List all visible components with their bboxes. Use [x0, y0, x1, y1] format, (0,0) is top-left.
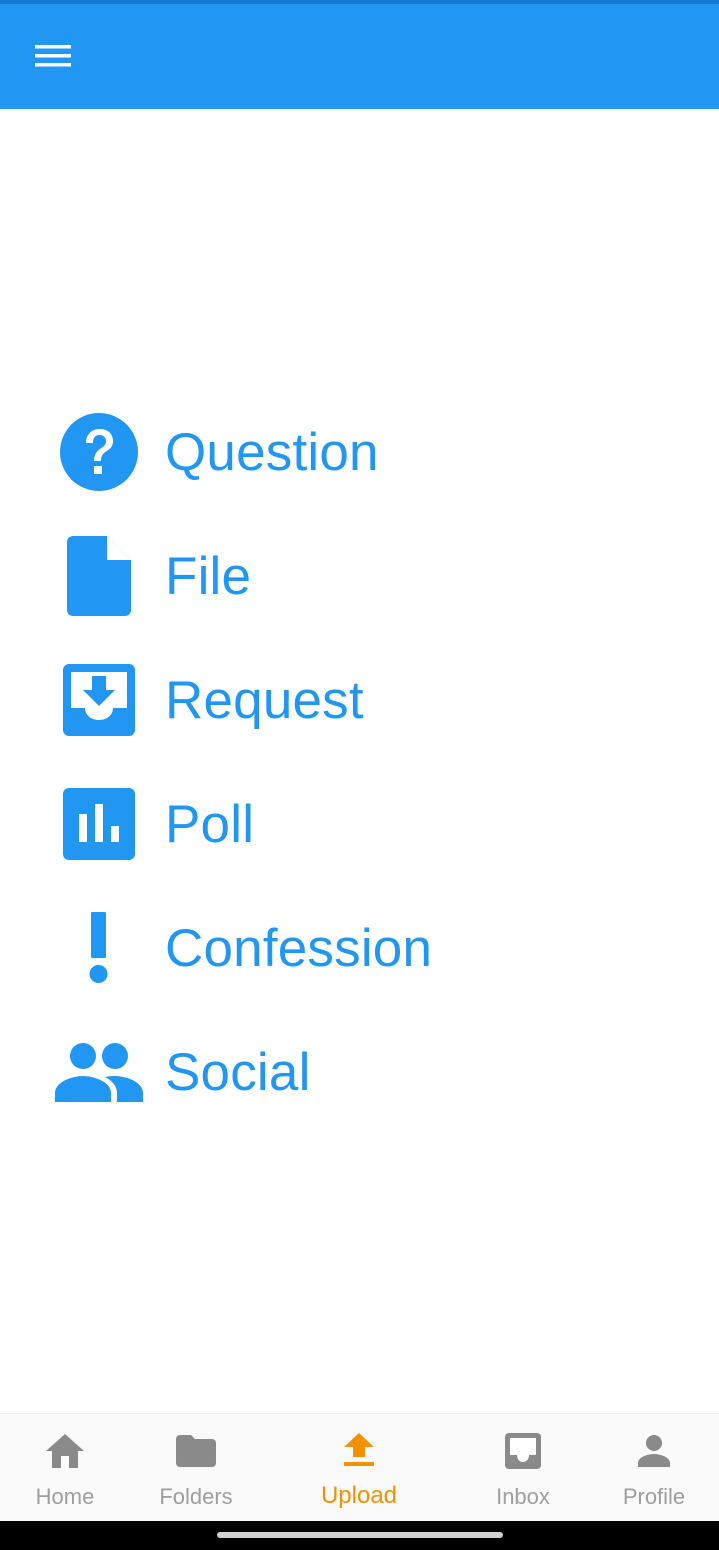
menu-item-file[interactable]: File [40, 526, 660, 626]
menu-item-label: Social [165, 1042, 311, 1102]
file-icon [40, 526, 158, 626]
nav-item-folders[interactable]: Folders [131, 1414, 261, 1522]
inbox-icon [505, 1431, 541, 1471]
home-icon [46, 1431, 84, 1471]
nav-label: Folders [159, 1484, 233, 1509]
nav-label: Inbox [496, 1484, 550, 1509]
menu-item-request[interactable]: Request [40, 650, 660, 750]
nav-item-home[interactable]: Home [0, 1414, 130, 1522]
bottom-navigation: Home Folders Upload Inbox Profile [0, 1413, 719, 1521]
help-circle-icon [40, 402, 158, 502]
nav-label: Home [35, 1484, 95, 1509]
nav-label: Profile [622, 1484, 686, 1509]
upload-icon [344, 1431, 374, 1471]
nav-item-upload[interactable]: Upload [294, 1414, 424, 1522]
app-bar [0, 4, 719, 109]
menu-item-label: Question [165, 422, 379, 482]
menu-item-confession[interactable]: Confession [40, 898, 660, 998]
menu-item-label: Confession [165, 918, 433, 978]
menu-item-social[interactable]: Social [40, 1022, 660, 1122]
menu-item-label: File [165, 546, 252, 606]
people-icon [40, 1022, 158, 1122]
menu-item-label: Poll [165, 794, 255, 854]
person-icon [638, 1431, 670, 1471]
system-navigation-bar [0, 1521, 719, 1550]
nav-item-inbox[interactable]: Inbox [458, 1414, 588, 1522]
exclamation-icon [40, 898, 158, 998]
nav-item-profile[interactable]: Profile [589, 1414, 719, 1522]
menu-item-poll[interactable]: Poll [40, 774, 660, 874]
menu-button[interactable] [24, 32, 82, 80]
poll-chart-icon [40, 774, 158, 874]
nav-label: Upload [320, 1482, 398, 1509]
inbox-download-icon [40, 650, 158, 750]
folder-icon [176, 1431, 216, 1471]
menu-item-label: Request [165, 670, 364, 730]
home-gesture-handle[interactable] [217, 1532, 503, 1538]
hamburger-menu-icon [35, 45, 71, 67]
menu-item-question[interactable]: Question [40, 402, 660, 502]
